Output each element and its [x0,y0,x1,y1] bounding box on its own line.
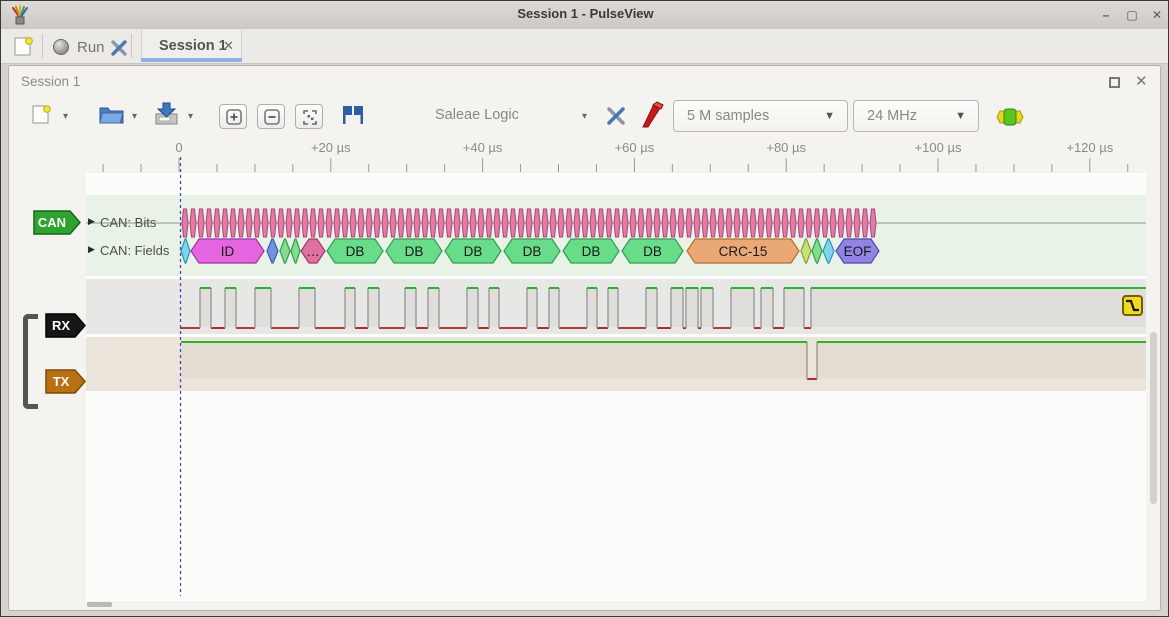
sample-count-combo[interactable]: 5 M samples ▼ [673,100,848,132]
tx-tag-label: TX [53,374,70,389]
tx-channel-tag[interactable]: TX [45,369,87,394]
zoom-fit-button[interactable] [295,104,323,129]
new-view-icon[interactable] [12,35,36,58]
rx-channel-tag[interactable]: RX [45,313,87,338]
sample-rate-caret-icon: ▼ [955,110,978,122]
vertical-scrollbar-thumb[interactable] [1150,332,1157,504]
row-label-can-bits: CAN: Bits [100,215,156,230]
run-state-icon [53,39,69,55]
expander-can-bits-icon[interactable]: ▶ [88,216,95,227]
session-title: Session 1 [21,74,80,89]
zoom-in-button[interactable] [219,104,247,129]
tx-row-band [86,337,1146,391]
rx-tag-label: RX [52,318,70,333]
device-config-icon[interactable] [603,103,629,129]
horizontal-scrollbar-thumb[interactable] [87,602,112,607]
tab-label: Session 1 [159,38,227,54]
save-icon[interactable] [153,101,180,126]
run-label: Run [77,39,105,56]
open-dropdown-icon[interactable]: ▾ [132,111,137,122]
save-dropdown-icon[interactable]: ▾ [188,111,193,122]
ruler-tick-label: +60 µs [615,140,655,155]
new-session-icon[interactable] [30,103,54,126]
sample-rate-combo[interactable]: 24 MHz ▼ [853,100,979,132]
can-tag-label: CAN [38,215,66,230]
device-selector[interactable]: Saleae Logic [435,107,519,123]
tab-active-indicator [141,58,242,62]
can-decoder-tag[interactable]: CAN [33,210,82,235]
ruler-tick-label: +40 µs [463,140,503,155]
minimize-button[interactable]: – [1096,7,1116,24]
row-label-can-fields: CAN: Fields [100,243,169,258]
close-button[interactable]: ✕ [1147,7,1167,24]
subwindow-close-icon[interactable]: ✕ [1135,72,1148,90]
sample-count-caret-icon: ▼ [824,110,847,122]
channels-probe-icon[interactable] [639,101,665,129]
sample-rate-value: 24 MHz [854,108,955,124]
ruler-tick-label: 0 [175,140,182,155]
expander-can-fields-icon[interactable]: ▶ [88,244,95,255]
sample-count-value: 5 M samples [674,108,824,124]
settings-wrench-icon[interactable] [108,37,130,59]
new-session-dropdown-icon[interactable]: ▾ [63,111,68,122]
titlebar: Session 1 - PulseView – ▢ ✕ [1,1,1169,30]
ruler-tick-label: +20 µs [311,140,351,155]
channel-group-bracket[interactable] [23,314,38,409]
toolbar-separator [131,34,132,58]
ruler-tick-label: +100 µs [915,140,962,155]
restore-icon[interactable] [1109,77,1120,88]
add-decoder-icon[interactable] [995,107,1025,127]
ruler-tick-label: +80 µs [766,140,806,155]
tab-close-icon[interactable]: ✕ [223,38,234,54]
toolbar-separator [42,34,43,58]
ruler-tick-label: +120 µs [1066,140,1113,155]
open-file-icon[interactable] [98,103,125,125]
pulseview-window: Session 1 - PulseView – ▢ ✕ Run Session … [0,0,1169,617]
window-title: Session 1 - PulseView [1,6,1169,21]
zoom-out-button[interactable] [257,104,285,129]
device-dropdown-icon[interactable]: ▾ [582,111,587,122]
trigger-falling-edge-badge[interactable] [1122,295,1143,316]
maximize-button[interactable]: ▢ [1122,7,1142,24]
decoder-row-band [86,195,1146,276]
rx-row-band [86,279,1146,334]
show-cursors-icon[interactable] [340,104,366,127]
